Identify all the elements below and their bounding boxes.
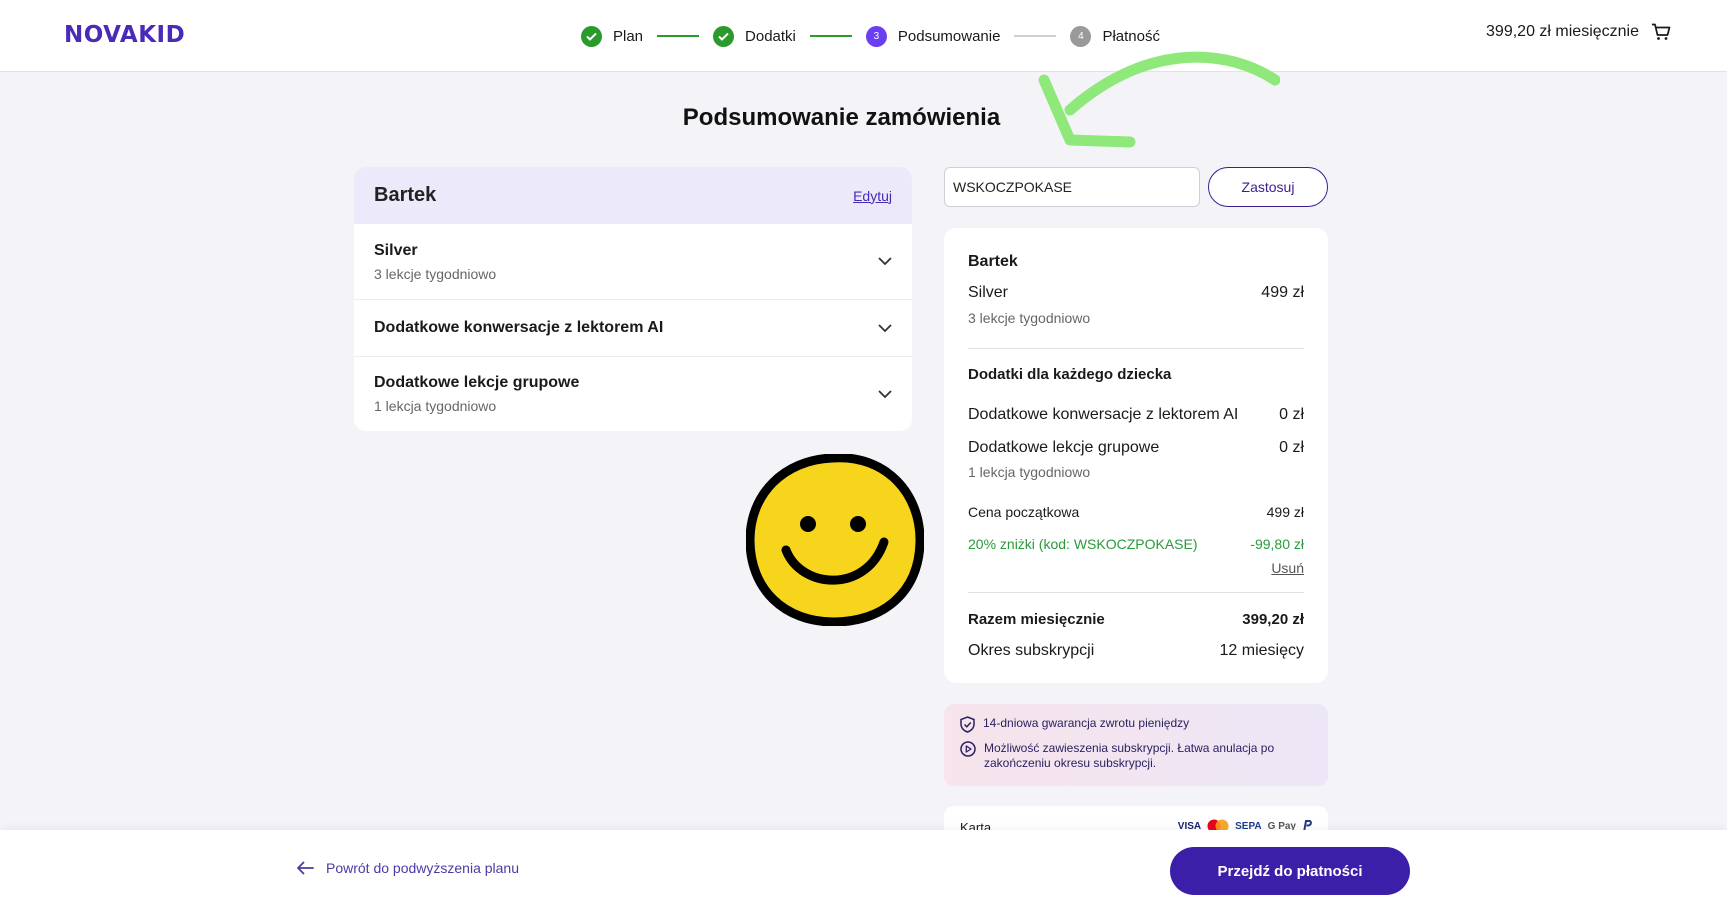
cart-total-price: 399,20 zł miesięcznie: [1486, 23, 1639, 40]
check-icon: [581, 25, 602, 47]
accordion-title: Silver: [374, 241, 418, 259]
total-value: 399,20 zł: [1242, 611, 1304, 628]
accordion-title: Dodatkowe lekcje grupowe: [374, 374, 580, 391]
period-value: 12 miesięcy: [1219, 642, 1304, 659]
edit-link[interactable]: Edytuj: [853, 188, 892, 204]
shield-check-icon: [960, 716, 975, 733]
accordion-subtitle: 1 lekcja tygodniowo: [374, 398, 497, 414]
remove-discount-link[interactable]: Usuń: [1271, 560, 1304, 576]
cart-summary[interactable]: 399,20 zł miesięcznie: [1486, 23, 1671, 41]
play-circle-icon: [960, 741, 976, 757]
step-connector: [1014, 35, 1057, 37]
chevron-down-icon[interactable]: [878, 323, 892, 333]
plan-accordion-group[interactable]: Dodatkowe lekcje grupowe 1 lekcja tygodn…: [354, 357, 912, 431]
step-number: 3: [865, 25, 887, 47]
addon-group-label: Dodatkowe lekcje grupowe: [968, 439, 1160, 456]
child-name: Bartek: [374, 184, 437, 206]
step-label: Podsumowanie: [897, 27, 1001, 45]
step-connector: [657, 35, 700, 37]
total-label: Razem miesięcznie: [968, 611, 1105, 628]
footer-bar: Powrót do podwyższenia planu Przejdź do …: [0, 830, 1727, 909]
summary-plan-row: Silver 499 zł: [968, 284, 1304, 302]
plan-price: 499 zł: [1261, 284, 1304, 301]
discount-label: 20% zniżki (kod: WSKOCZPOKASE): [968, 536, 1198, 552]
total-row: Razem miesięcznie 399,20 zł: [968, 611, 1304, 628]
addon-group-row: Dodatkowe lekcje grupowe 0 zł: [968, 439, 1304, 457]
plan-accordion-ai[interactable]: Dodatkowe konwersacje z lektorem AI: [354, 300, 912, 357]
accordion-subtitle: 3 lekcje tygodniowo: [374, 265, 497, 282]
start-price-value: 499 zł: [1266, 504, 1304, 520]
addon-ai-row: Dodatkowe konwersacje z lektorem AI 0 zł: [968, 406, 1304, 424]
promo-code-input[interactable]: [944, 167, 1200, 207]
child-card-header: Bartek Edytuj: [354, 167, 912, 224]
addon-group-price: 0 zł: [1279, 439, 1304, 456]
plan-name: Silver: [968, 284, 1009, 301]
novakid-logo[interactable]: NOVAKID: [64, 22, 185, 48]
smiley-icon: [746, 454, 924, 626]
chevron-down-icon[interactable]: [878, 257, 892, 266]
accordion-title: Dodatkowe konwersacje z lektorem AI: [374, 319, 664, 336]
go-to-payment-button[interactable]: Przejdź do płatności: [1170, 847, 1410, 895]
divider: [968, 348, 1304, 349]
pause-subscription-info: Możliwość zawieszenia subskrypcji. Łatwa…: [960, 741, 1312, 771]
plan-accordion-silver[interactable]: Silver 3 lekcje tygodniowo: [354, 224, 912, 300]
start-price-label: Cena początkowa: [968, 504, 1080, 520]
addon-group-detail: 1 lekcja tygodniowo: [968, 464, 1091, 480]
discount-row: 20% zniżki (kod: WSKOCZPOKASE) -99,80 zł: [968, 536, 1304, 552]
page-title: Podsumowanie zamówienia: [682, 104, 1001, 131]
guarantee-box: 14-dniowa gwarancja zwrotu pieniędzy Moż…: [944, 704, 1328, 786]
step-addons[interactable]: Dodatki: [713, 25, 796, 47]
addon-ai-label: Dodatkowe konwersacje z lektorem AI: [968, 406, 1239, 423]
summary-child-name: Bartek: [968, 253, 1018, 270]
top-header: NOVAKID Plan Dodatki 3 Podsumowanie 4 Pł…: [0, 0, 1727, 72]
addon-ai-price: 0 zł: [1279, 406, 1304, 423]
plan-detail: 3 lekcje tygodniowo: [968, 310, 1091, 326]
apply-promo-button[interactable]: Zastosuj: [1208, 167, 1328, 207]
step-summary: 3 Podsumowanie: [865, 25, 1001, 47]
step-connector: [809, 35, 852, 37]
cart-icon: [1652, 23, 1671, 40]
arrow-left-icon: [297, 861, 314, 875]
period-label: Okres subskrypcji: [968, 642, 1095, 659]
step-label: Plan: [613, 27, 644, 45]
child-plan-card: Bartek Edytuj Silver 3 lekcje tygodniowo…: [354, 167, 912, 431]
start-price-row: Cena początkowa 499 zł: [968, 504, 1304, 520]
step-plan[interactable]: Plan: [581, 25, 644, 47]
step-label: Dodatki: [745, 27, 796, 45]
refund-guarantee: 14-dniowa gwarancja zwrotu pieniędzy: [960, 716, 1312, 733]
chevron-down-icon[interactable]: [878, 389, 892, 399]
addons-heading: Dodatki dla każdego dziecka: [968, 366, 1172, 383]
period-row: Okres subskrypcji 12 miesięcy: [968, 642, 1304, 660]
order-summary-card: Bartek Silver 499 zł 3 lekcje tygodniowo…: [944, 228, 1328, 683]
divider: [968, 592, 1304, 593]
discount-value: -99,80 zł: [1250, 536, 1304, 552]
back-to-upgrade-link[interactable]: Powrót do podwyższenia planu: [296, 860, 519, 876]
check-icon: [713, 25, 735, 47]
